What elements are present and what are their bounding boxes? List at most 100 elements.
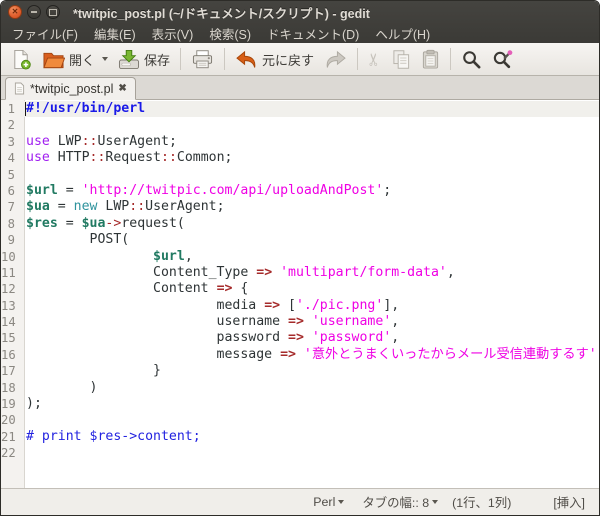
code-line[interactable]: 3use LWP::UserAgent; xyxy=(1,134,599,150)
new-document-button[interactable] xyxy=(6,47,37,72)
line-number: 13 xyxy=(1,298,20,314)
code-text: Content => { xyxy=(20,281,599,297)
code-line[interactable]: 5 xyxy=(1,167,599,183)
undo-button[interactable]: 元に戻す xyxy=(230,48,319,71)
code-line[interactable]: 7$ua = new LWP::UserAgent; xyxy=(1,199,599,215)
undo-button-label: 元に戻す xyxy=(262,50,314,69)
open-button[interactable]: 開く xyxy=(37,47,113,72)
code-line[interactable]: 4use HTTP::Request::Common; xyxy=(1,150,599,166)
tabbar: *twitpic_post.pl ✖ xyxy=(1,76,599,100)
code-area[interactable]: 1#!/usr/bin/perl23use LWP::UserAgent;4us… xyxy=(1,100,599,462)
window-title: *twitpic_post.pl (~/ドキュメント/スクリプト) - gedi… xyxy=(73,3,370,22)
copy-button[interactable] xyxy=(387,47,416,72)
code-line[interactable]: 16 message => '意外とうまくいったからメール受信連動するす' xyxy=(1,347,599,363)
code-text: message => '意外とうまくいったからメール受信連動するす' xyxy=(20,347,599,363)
code-line[interactable]: 18 ) xyxy=(1,380,599,396)
menu-view[interactable]: 表示(V) xyxy=(144,23,202,44)
menu-edit[interactable]: 編集(E) xyxy=(86,23,144,44)
code-line[interactable]: 22 xyxy=(1,445,599,461)
code-line[interactable]: 15 password => 'password', xyxy=(1,330,599,346)
search-button[interactable] xyxy=(456,47,487,72)
save-button[interactable]: 保存 xyxy=(113,47,175,72)
insert-mode-indicator: [挿入] xyxy=(553,493,585,511)
code-text xyxy=(20,167,599,183)
toolbar-separator xyxy=(450,48,451,70)
copy-icon xyxy=(392,49,411,70)
line-number: 18 xyxy=(1,380,20,396)
code-line[interactable]: 6$url = 'http://twitpic.com/api/uploadAn… xyxy=(1,183,599,199)
code-text xyxy=(20,445,599,461)
editor[interactable]: 1#!/usr/bin/perl23use LWP::UserAgent;4us… xyxy=(1,100,599,488)
code-line[interactable]: 8$res = $ua->request( xyxy=(1,216,599,232)
code-text: $res = $ua->request( xyxy=(20,216,599,232)
code-line[interactable]: 21# print $res->content; xyxy=(1,429,599,445)
code-line[interactable]: 17 } xyxy=(1,363,599,379)
line-number: 19 xyxy=(1,396,20,412)
print-icon xyxy=(191,49,214,70)
code-text: ) xyxy=(20,380,599,396)
code-line[interactable]: 10 $url, xyxy=(1,249,599,265)
line-number: 22 xyxy=(1,445,20,461)
code-text: $url = 'http://twitpic.com/api/uploadAnd… xyxy=(20,183,599,199)
line-number: 15 xyxy=(1,330,20,346)
tab-close-icon[interactable]: ✖ xyxy=(118,83,126,94)
line-number: 6 xyxy=(1,183,20,199)
language-selector[interactable]: Perl xyxy=(313,495,344,509)
paste-icon xyxy=(421,49,440,70)
code-text: password => 'password', xyxy=(20,330,599,346)
menu-file[interactable]: ファイル(F) xyxy=(4,23,86,44)
code-text: use HTTP::Request::Common; xyxy=(20,150,599,166)
line-number: 9 xyxy=(1,232,20,248)
code-line[interactable]: 13 media => ['./pic.png'], xyxy=(1,298,599,314)
line-number: 20 xyxy=(1,412,20,428)
maximize-window-button[interactable] xyxy=(46,5,60,19)
code-line[interactable]: 2 xyxy=(1,117,599,133)
gedit-window: *twitpic_post.pl (~/ドキュメント/スクリプト) - gedi… xyxy=(0,0,600,516)
menu-search[interactable]: 検索(S) xyxy=(201,23,259,44)
toolbar: 開く 保存 xyxy=(1,43,599,76)
tab-twitpic-post[interactable]: *twitpic_post.pl ✖ xyxy=(5,77,136,100)
undo-icon xyxy=(235,50,258,69)
code-text: POST( xyxy=(20,232,599,248)
cut-scissors-icon: ✂ xyxy=(367,52,384,66)
code-line[interactable]: 20 xyxy=(1,412,599,428)
close-window-button[interactable] xyxy=(8,5,22,19)
cursor-position: (1行、1列) xyxy=(452,493,511,511)
line-number: 7 xyxy=(1,199,20,215)
open-button-label: 開く xyxy=(69,50,95,69)
line-number: 11 xyxy=(1,265,20,281)
minimize-window-button[interactable] xyxy=(27,5,41,19)
tab-width-label: タブの幅:: 8 xyxy=(362,493,429,511)
code-line[interactable]: 11 Content_Type => 'multipart/form-data'… xyxy=(1,265,599,281)
code-text: #!/usr/bin/perl xyxy=(20,101,599,117)
new-document-icon xyxy=(11,49,32,70)
tab-label: *twitpic_post.pl xyxy=(30,82,113,96)
open-folder-icon xyxy=(42,49,65,70)
menu-help[interactable]: ヘルプ(H) xyxy=(367,23,438,44)
print-button[interactable] xyxy=(186,47,219,72)
line-number: 10 xyxy=(1,249,20,265)
menu-documents[interactable]: ドキュメント(D) xyxy=(259,23,367,44)
code-line[interactable]: 14 username => 'username', xyxy=(1,314,599,330)
code-line[interactable]: 9 POST( xyxy=(1,232,599,248)
search-replace-button[interactable] xyxy=(487,47,518,72)
tab-width-selector[interactable]: タブの幅:: 8 xyxy=(362,493,438,511)
statusbar: Perl タブの幅:: 8 (1行、1列) [挿入] xyxy=(1,488,599,515)
code-text: Content_Type => 'multipart/form-data', xyxy=(20,265,599,281)
code-line[interactable]: 19); xyxy=(1,396,599,412)
line-number: 5 xyxy=(1,167,20,183)
cut-button[interactable]: ✂ xyxy=(363,49,387,70)
line-number: 14 xyxy=(1,314,20,330)
code-text: } xyxy=(20,363,599,379)
toolbar-separator xyxy=(357,48,358,70)
line-number: 3 xyxy=(1,134,20,150)
open-dropdown-arrow-icon[interactable] xyxy=(102,57,108,61)
line-number: 12 xyxy=(1,281,20,297)
language-dropdown-arrow-icon xyxy=(338,500,344,504)
code-line[interactable]: 12 Content => { xyxy=(1,281,599,297)
line-number: 2 xyxy=(1,117,20,133)
code-line[interactable]: 1#!/usr/bin/perl xyxy=(1,101,599,117)
paste-button[interactable] xyxy=(416,47,445,72)
redo-button[interactable] xyxy=(319,48,352,71)
titlebar: *twitpic_post.pl (~/ドキュメント/スクリプト) - gedi… xyxy=(1,1,599,23)
